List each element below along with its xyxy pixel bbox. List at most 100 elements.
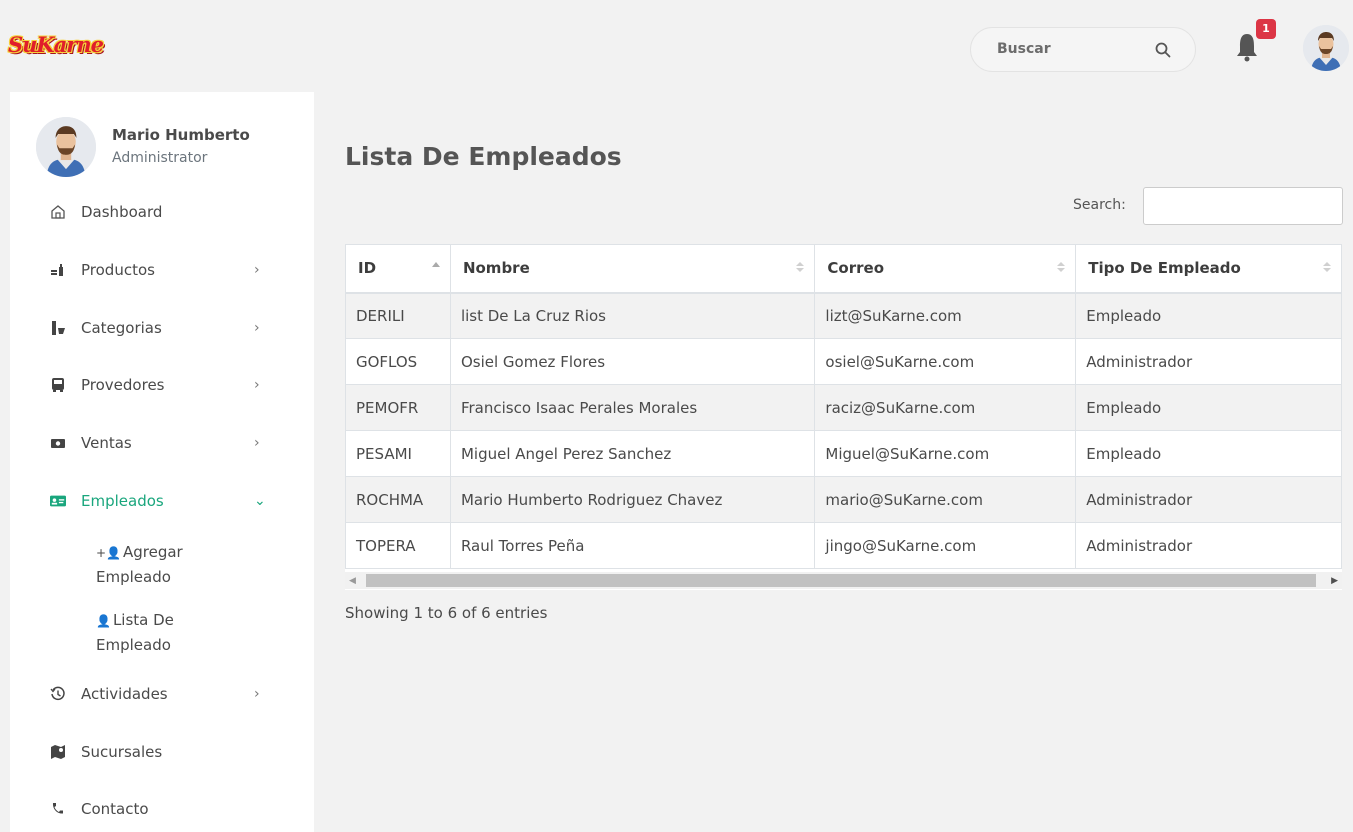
sidebar-item-label: Empleados	[81, 492, 164, 510]
cell-id: DERILI	[345, 292, 451, 339]
header-search[interactable]: Buscar	[970, 27, 1196, 72]
bus-icon	[50, 377, 66, 393]
sidebar-subitem-lista-empleado[interactable]: 👤 Lista De Empleado	[96, 608, 236, 657]
chevron-right-icon: ›	[254, 435, 260, 451]
scroll-right-arrow-icon[interactable]: ▶	[1331, 576, 1338, 586]
column-header-label: ID	[358, 259, 377, 278]
cell-id: PESAMI	[345, 430, 451, 477]
sidebar-item-label: Actividades	[81, 685, 168, 703]
sort-icon	[1057, 262, 1066, 272]
cell-correo: raciz@SuKarne.com	[814, 384, 1077, 431]
scrollbar-thumb[interactable]	[366, 574, 1316, 587]
user-name: Mario Humberto	[112, 126, 250, 144]
chevron-right-icon: ›	[254, 320, 260, 336]
column-header-nombre[interactable]: Nombre	[449, 244, 816, 294]
column-header-label: Correo	[827, 259, 884, 278]
logo-text: SuKarne	[8, 32, 104, 57]
sidebar-item-label: Provedores	[81, 376, 165, 394]
horizontal-scrollbar[interactable]: ◀ ▶	[345, 572, 1342, 589]
sidebar-item-label: Contacto	[81, 800, 149, 818]
bell-icon[interactable]	[1236, 28, 1258, 62]
cell-nombre: Raul Torres Peña	[449, 522, 816, 569]
cell-id: TOPERA	[345, 522, 451, 569]
sidebar-item-productos[interactable]: Productos ›	[50, 256, 290, 284]
sidebar-item-provedores[interactable]: Provedores ›	[50, 371, 290, 399]
cell-nombre: Osiel Gomez Flores	[449, 338, 816, 385]
employees-table: ID Nombre Correo Tipo De Empleado DERILI…	[345, 244, 1342, 569]
cell-id: PEMOFR	[345, 384, 451, 431]
sidebar-item-label: Categorias	[81, 319, 162, 337]
sort-icon	[1323, 262, 1331, 272]
page-title: Lista De Empleados	[345, 142, 622, 171]
chevron-right-icon: ›	[254, 262, 260, 278]
history-icon	[50, 686, 66, 702]
cell-correo: lizt@SuKarne.com	[814, 292, 1077, 339]
cell-id: GOFLOS	[345, 338, 451, 385]
sidebar-item-sucursales[interactable]: Sucursales	[50, 738, 290, 766]
home-icon	[50, 204, 66, 220]
table-search-input[interactable]	[1143, 187, 1343, 225]
table-row[interactable]: TOPERA Raul Torres Peña jingo@SuKarne.co…	[345, 522, 1342, 569]
table-row[interactable]: ROCHMA Mario Humberto Rodriguez Chavez m…	[345, 476, 1342, 523]
chevron-down-icon: ⌄	[254, 493, 266, 509]
cell-nombre: Mario Humberto Rodriguez Chavez	[449, 476, 816, 523]
column-header-label: Nombre	[462, 259, 530, 278]
chevron-right-icon: ›	[254, 686, 260, 702]
chevron-right-icon: ›	[254, 377, 260, 393]
sidebar-item-actividades[interactable]: Actividades ›	[50, 680, 290, 708]
table-row[interactable]: PESAMI Miguel Angel Perez Sanchez Miguel…	[345, 430, 1342, 477]
top-bar: SuKarne Buscar 1	[0, 0, 1353, 92]
sukarne-logo[interactable]: SuKarne	[8, 32, 104, 60]
sidebar-item-dashboard[interactable]: Dashboard	[50, 198, 290, 226]
add-user-icon: +👤	[96, 546, 121, 560]
sidebar: Mario Humberto Administrator Dashboard P…	[10, 92, 314, 832]
sidebar-item-empleados[interactable]: Empleados ⌄	[50, 487, 290, 515]
sidebar-item-categorias[interactable]: Categorias ›	[50, 314, 290, 342]
table-search-label: Search:	[1073, 197, 1126, 213]
employees-table-container: ID Nombre Correo Tipo De Empleado DERILI…	[345, 244, 1342, 590]
cell-nombre: Miguel Angel Perez Sanchez	[449, 430, 816, 477]
user-role: Administrator	[112, 150, 208, 166]
table-header-row: ID Nombre Correo Tipo De Empleado	[345, 244, 1342, 294]
cell-tipo: Administrador	[1075, 522, 1342, 569]
column-header-id[interactable]: ID	[345, 244, 451, 294]
map-icon	[50, 744, 66, 760]
sort-asc-icon	[431, 262, 440, 267]
search-icon[interactable]	[1155, 42, 1171, 58]
table-row[interactable]: DERILI list De La Cruz Rios lizt@SuKarne…	[345, 292, 1342, 339]
cell-correo: Miguel@SuKarne.com	[814, 430, 1077, 477]
sidebar-item-ventas[interactable]: Ventas ›	[50, 429, 290, 457]
products-icon	[50, 262, 66, 278]
sidebar-item-label: Ventas	[81, 434, 132, 452]
categories-icon	[50, 320, 66, 336]
sidebar-subitem-agregar-empleado[interactable]: +👤 Agregar Empleado	[96, 540, 236, 589]
cell-tipo: Empleado	[1075, 292, 1342, 339]
cell-correo: osiel@SuKarne.com	[814, 338, 1077, 385]
notification-badge: 1	[1256, 19, 1276, 39]
table-row[interactable]: GOFLOS Osiel Gomez Flores osiel@SuKarne.…	[345, 338, 1342, 385]
sidebar-item-label: Productos	[81, 261, 155, 279]
avatar	[36, 117, 96, 177]
cell-tipo: Administrador	[1075, 476, 1342, 523]
sort-icon	[796, 262, 805, 272]
table-row[interactable]: PEMOFR Francisco Isaac Perales Morales r…	[345, 384, 1342, 431]
cell-tipo: Administrador	[1075, 338, 1342, 385]
sidebar-item-contacto[interactable]: Contacto	[50, 795, 290, 823]
avatar[interactable]	[1303, 25, 1349, 71]
table-info: Showing 1 to 6 of 6 entries	[345, 604, 548, 622]
user-list-icon: 👤	[96, 614, 111, 628]
cell-nombre: Francisco Isaac Perales Morales	[449, 384, 816, 431]
sidebar-item-label: Dashboard	[81, 203, 163, 221]
column-header-correo[interactable]: Correo	[814, 244, 1077, 294]
column-header-label: Tipo De Empleado	[1088, 259, 1241, 278]
column-header-tipo[interactable]: Tipo De Empleado	[1075, 244, 1342, 294]
cell-tipo: Empleado	[1075, 430, 1342, 477]
cell-id: ROCHMA	[345, 476, 451, 523]
cell-correo: jingo@SuKarne.com	[814, 522, 1077, 569]
sidebar-item-label: Sucursales	[81, 743, 163, 761]
cell-tipo: Empleado	[1075, 384, 1342, 431]
phone-icon	[50, 801, 66, 817]
scroll-left-arrow-icon[interactable]: ◀	[349, 576, 356, 586]
money-icon	[50, 435, 66, 451]
cell-nombre: list De La Cruz Rios	[449, 292, 816, 339]
